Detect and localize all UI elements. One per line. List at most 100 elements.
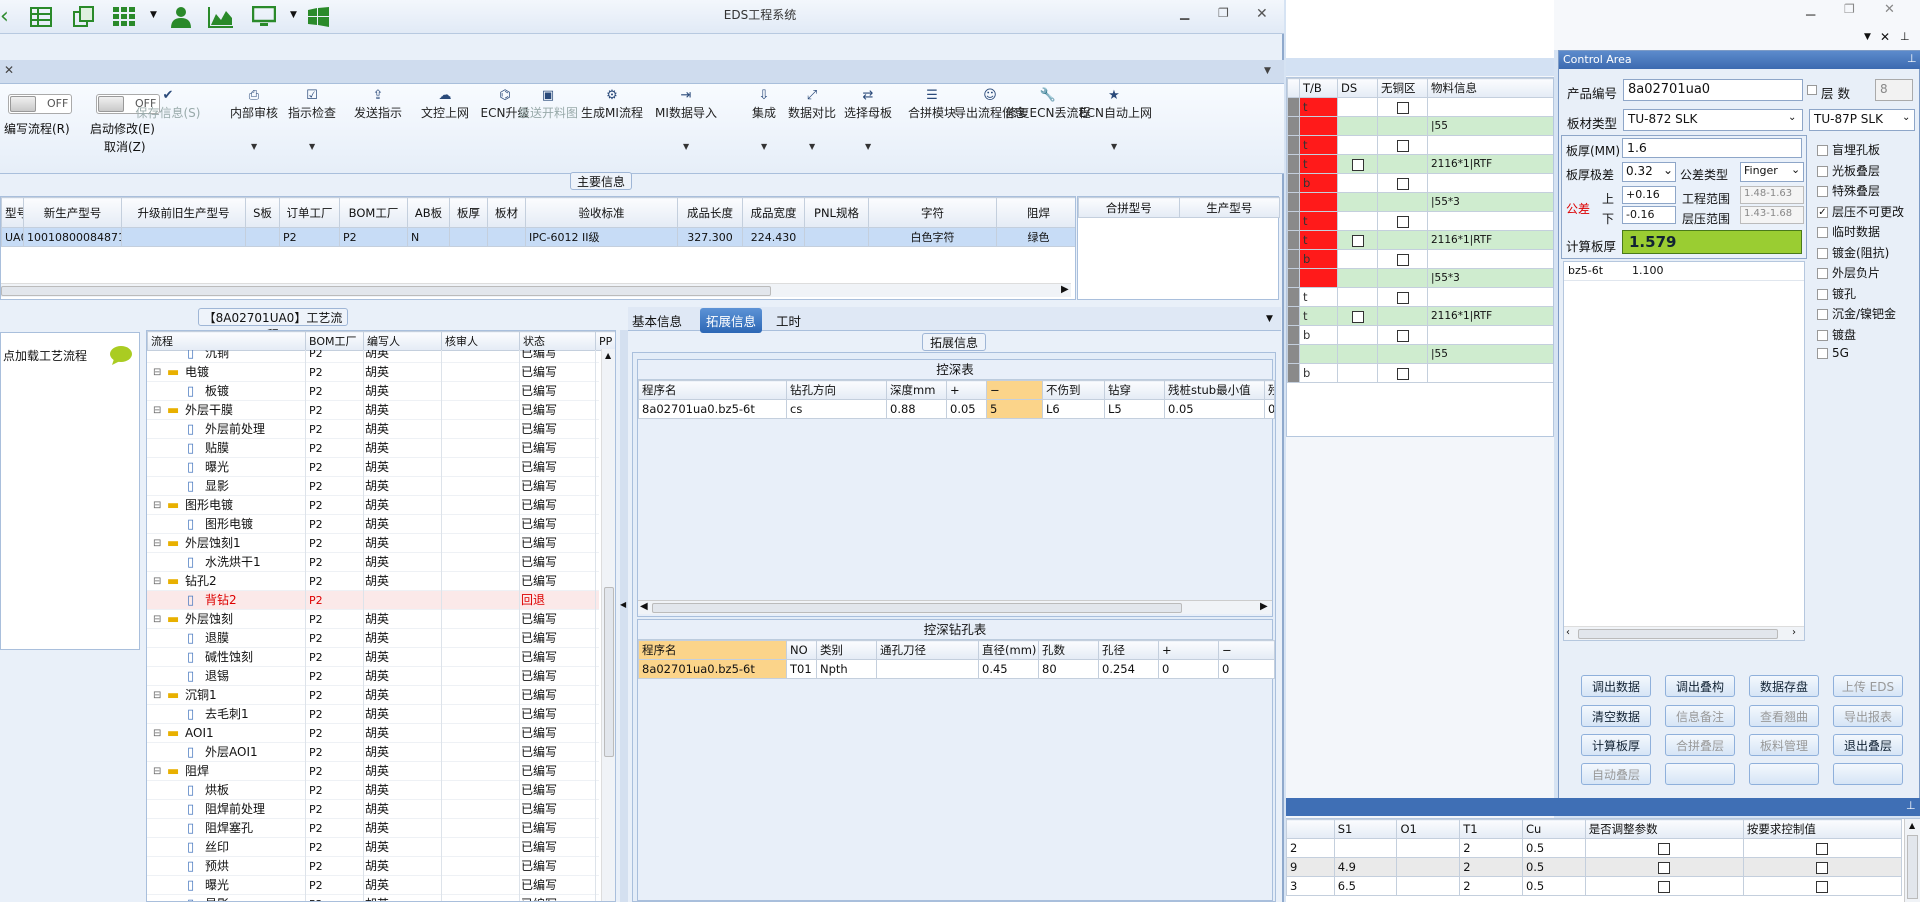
column-header[interactable]: 板厚 (449, 197, 488, 228)
column-header[interactable]: 按要求控制值 (1742, 819, 1903, 839)
row-checkbox[interactable] (1816, 880, 1829, 893)
table-cell[interactable]: 2 (1459, 857, 1523, 877)
tree-row[interactable]: ⊟ ▬ 电镀 P2 胡英 已编写 (147, 363, 599, 382)
table-cell[interactable] (1396, 857, 1461, 877)
tree-row[interactable]: ▯ 图形电镀 P2 胡英 已编写 (147, 515, 599, 534)
tree-row[interactable]: ▯ 烘板 P2 胡英 已编写 (147, 781, 599, 800)
ds-checkbox[interactable] (1351, 234, 1364, 247)
table-cell[interactable]: 8a02701ua0.bz5-6t (638, 399, 787, 419)
table-cell[interactable]: 0.05 (1164, 399, 1265, 419)
tb-cell[interactable]: t (1299, 154, 1338, 174)
scrollbar-thumb[interactable] (1578, 629, 1778, 639)
tb-cell[interactable]: t (1299, 97, 1338, 117)
tb-cell[interactable] (1299, 116, 1338, 136)
apps-icon[interactable] (113, 7, 137, 27)
column-header[interactable]: 深度mm (886, 380, 947, 400)
checkbox-icon[interactable] (1817, 309, 1828, 320)
user-icon[interactable] (170, 6, 192, 28)
column-header[interactable]: − (986, 380, 1043, 400)
column-header[interactable]: T1 (1459, 819, 1523, 839)
no-copper-cell[interactable] (1377, 287, 1428, 307)
column-header[interactable]: 核审人 (441, 331, 520, 351)
tree-row[interactable]: ▯ 曝光 P2 胡英 已编写 (147, 876, 599, 895)
stack-row[interactable]: b (1287, 249, 1553, 269)
close-icon[interactable]: ✕ (1884, 2, 1895, 17)
toolbar-button-7[interactable]: ⚙ 生成MI流程 (577, 88, 647, 121)
table-cell[interactable]: 0.5 (1521, 876, 1586, 896)
stack-row[interactable]: t 2116*1|RTF (1287, 154, 1553, 174)
cancel-label[interactable]: 取消(Z) (104, 138, 146, 155)
toolbar-button-8[interactable]: ⇥ MI数据导入 (651, 88, 721, 121)
column-header[interactable]: 合拼型号 (1078, 197, 1180, 218)
no-copper-checkbox[interactable] (1396, 291, 1409, 304)
control-button-9[interactable]: 合拼叠层 (1665, 734, 1735, 756)
stack-row[interactable]: b (1287, 173, 1553, 193)
tree-expander-icon[interactable]: ⊟ (153, 724, 161, 743)
checkbox-icon[interactable] (1817, 145, 1828, 156)
material-cell[interactable] (1427, 135, 1553, 155)
stack-row[interactable]: |55*3 (1287, 192, 1553, 212)
stack-row[interactable]: t 2116*1|RTF (1287, 306, 1553, 326)
control-button-2[interactable]: 数据存盘 (1749, 675, 1819, 697)
table-cell[interactable]: 3 (1286, 876, 1335, 896)
column-header[interactable]: 残桩stub最小值 (1164, 380, 1265, 400)
option-checkbox[interactable]: 5G (1817, 346, 1849, 360)
tree-row[interactable]: ▯ 曝光 P2 胡英 已编写 (147, 458, 599, 477)
column-header[interactable]: 钻孔方向 (786, 380, 887, 400)
column-header[interactable]: 物料信息 (1427, 78, 1553, 98)
scroll-left-icon[interactable]: ‹ (1566, 627, 1570, 638)
table-cell[interactable]: 0.88 (886, 399, 947, 419)
dropdown-arrow-icon[interactable]: ▼ (290, 10, 297, 20)
scroll-up-icon[interactable]: ▲ (1909, 821, 1915, 830)
no-copper-checkbox[interactable] (1396, 367, 1409, 380)
table-cell[interactable] (1396, 876, 1461, 896)
tree-row[interactable]: ▯ 贴膜 P2 胡英 已编写 (147, 439, 599, 458)
tol-type-select[interactable]: Finger ⌄ (1740, 162, 1804, 182)
table-cell[interactable] (1333, 838, 1398, 858)
checkbox-cell[interactable] (1584, 838, 1744, 858)
scroll-right-icon[interactable]: ▶ (1061, 284, 1069, 295)
table-cell[interactable]: T01 (786, 659, 817, 679)
tb-cell[interactable]: b (1299, 173, 1338, 193)
column-header[interactable]: S1 (1333, 819, 1398, 839)
tree-row[interactable]: ⊟ ▬ 钻孔2 P2 胡英 已编写 (147, 572, 599, 591)
table-cell[interactable]: 224.430 (742, 227, 805, 247)
table-cell[interactable]: 4.9 (1333, 857, 1398, 877)
tree-row[interactable]: ▯ 退锡 P2 胡英 已编写 (147, 667, 599, 686)
table-cell[interactable] (804, 227, 869, 247)
ds-cell[interactable] (1337, 230, 1378, 250)
table-cell[interactable]: 0.05 (946, 399, 987, 419)
stack-row[interactable]: |55 (1287, 344, 1553, 364)
control-button-5[interactable]: 信息备注 (1665, 705, 1735, 727)
stack-row[interactable]: t 2116*1|RTF (1287, 230, 1553, 250)
tree-expander-icon[interactable]: ⊟ (153, 534, 161, 553)
column-header[interactable]: − (1218, 640, 1275, 660)
pin-icon[interactable]: ⊥ (1906, 799, 1916, 812)
scrollbar-thumb[interactable] (1, 286, 771, 296)
row-checkbox[interactable] (1658, 880, 1671, 893)
table-cell[interactable] (449, 227, 488, 247)
table-row[interactable]: 2 2 0.5 (1286, 838, 1903, 858)
ds-cell[interactable] (1337, 211, 1378, 231)
material-cell[interactable] (1427, 363, 1553, 383)
column-header[interactable]: 流程 (147, 331, 306, 351)
dropdown-arrow-icon[interactable]: ▼ (309, 142, 315, 151)
stack-row[interactable]: t (1287, 287, 1553, 307)
no-copper-cell[interactable] (1377, 306, 1428, 326)
close-tab-icon[interactable]: ✕ (4, 63, 14, 77)
stack-row[interactable]: t (1287, 97, 1553, 117)
tab-work-hours[interactable]: 工时 (776, 311, 801, 330)
column-header[interactable]: 验收标准 (525, 197, 678, 228)
table-cell[interactable] (245, 227, 280, 247)
column-header[interactable]: 直径(mm) (978, 640, 1039, 660)
column-header[interactable]: PNL规格 (804, 197, 869, 228)
toolbar-button-15[interactable]: ★ ECN自动上网 (1079, 88, 1152, 121)
table-cell[interactable]: 0.45 (978, 659, 1039, 679)
ds-cell[interactable] (1337, 192, 1378, 212)
thick-input[interactable]: 1.6 (1622, 138, 1802, 158)
control-button-4[interactable]: 清空数据 (1581, 705, 1651, 727)
option-checkbox[interactable]: 镀金(阻抗) (1817, 244, 1889, 261)
material2-select[interactable]: TU-87P SLK ⌄ (1809, 109, 1915, 131)
no-copper-cell[interactable] (1377, 211, 1428, 231)
control-button-7[interactable]: 导出报表 (1833, 705, 1903, 727)
